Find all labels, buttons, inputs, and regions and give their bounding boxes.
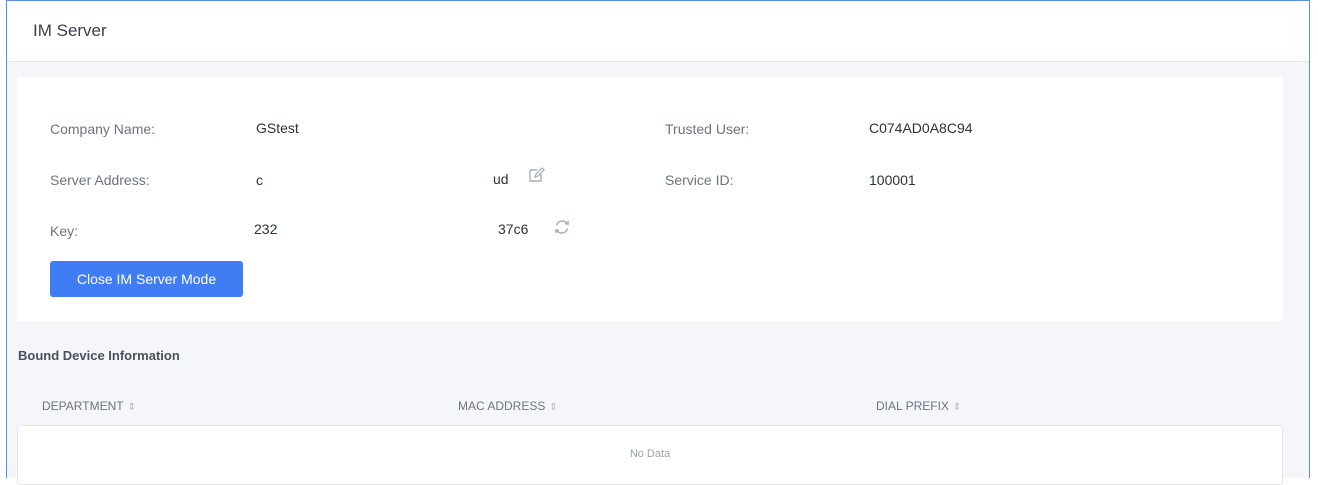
- page-title: IM Server: [33, 21, 107, 40]
- column-header-label: MAC ADDRESS: [458, 399, 546, 413]
- service-id-label: Service ID:: [665, 172, 734, 188]
- server-address-label: Server Address:: [50, 172, 150, 188]
- bound-device-section-title: Bound Device Information: [18, 348, 180, 363]
- edit-icon[interactable]: [527, 166, 545, 184]
- column-header-label: DIAL PREFIX: [876, 399, 949, 413]
- page-header: IM Server: [7, 1, 1309, 62]
- key-value-start: 232: [254, 221, 278, 237]
- im-server-info-card: Company Name: GStest Server Address: c u…: [17, 77, 1283, 321]
- column-header-department[interactable]: DEPARTMENT ⇕: [42, 399, 136, 413]
- company-name-value: GStest: [256, 120, 299, 136]
- column-header-mac-address[interactable]: MAC ADDRESS ⇕: [458, 399, 558, 413]
- server-address-value-start: c: [256, 172, 263, 188]
- close-im-server-mode-button[interactable]: Close IM Server Mode: [50, 261, 243, 297]
- sort-icon[interactable]: ⇕: [549, 402, 557, 413]
- sort-icon[interactable]: ⇕: [128, 402, 136, 413]
- bound-device-table: No Data: [17, 425, 1283, 485]
- key-label: Key:: [50, 223, 79, 239]
- empty-state-text: No Data: [629, 448, 671, 460]
- trusted-user-value: C074AD0A8C94: [869, 120, 973, 136]
- server-address-value-end: ud: [493, 171, 509, 187]
- service-id-value: 100001: [869, 172, 916, 188]
- column-header-dial-prefix[interactable]: DIAL PREFIX ⇕: [876, 399, 961, 413]
- refresh-icon[interactable]: [553, 218, 571, 236]
- trusted-user-label: Trusted User:: [665, 121, 750, 137]
- company-name-label: Company Name:: [50, 121, 156, 137]
- im-server-panel: IM Server Company Name: GStest Server Ad…: [6, 0, 1310, 485]
- key-value-end: 37c6: [498, 221, 529, 237]
- column-header-label: DEPARTMENT: [42, 399, 124, 413]
- sort-icon[interactable]: ⇕: [953, 402, 961, 413]
